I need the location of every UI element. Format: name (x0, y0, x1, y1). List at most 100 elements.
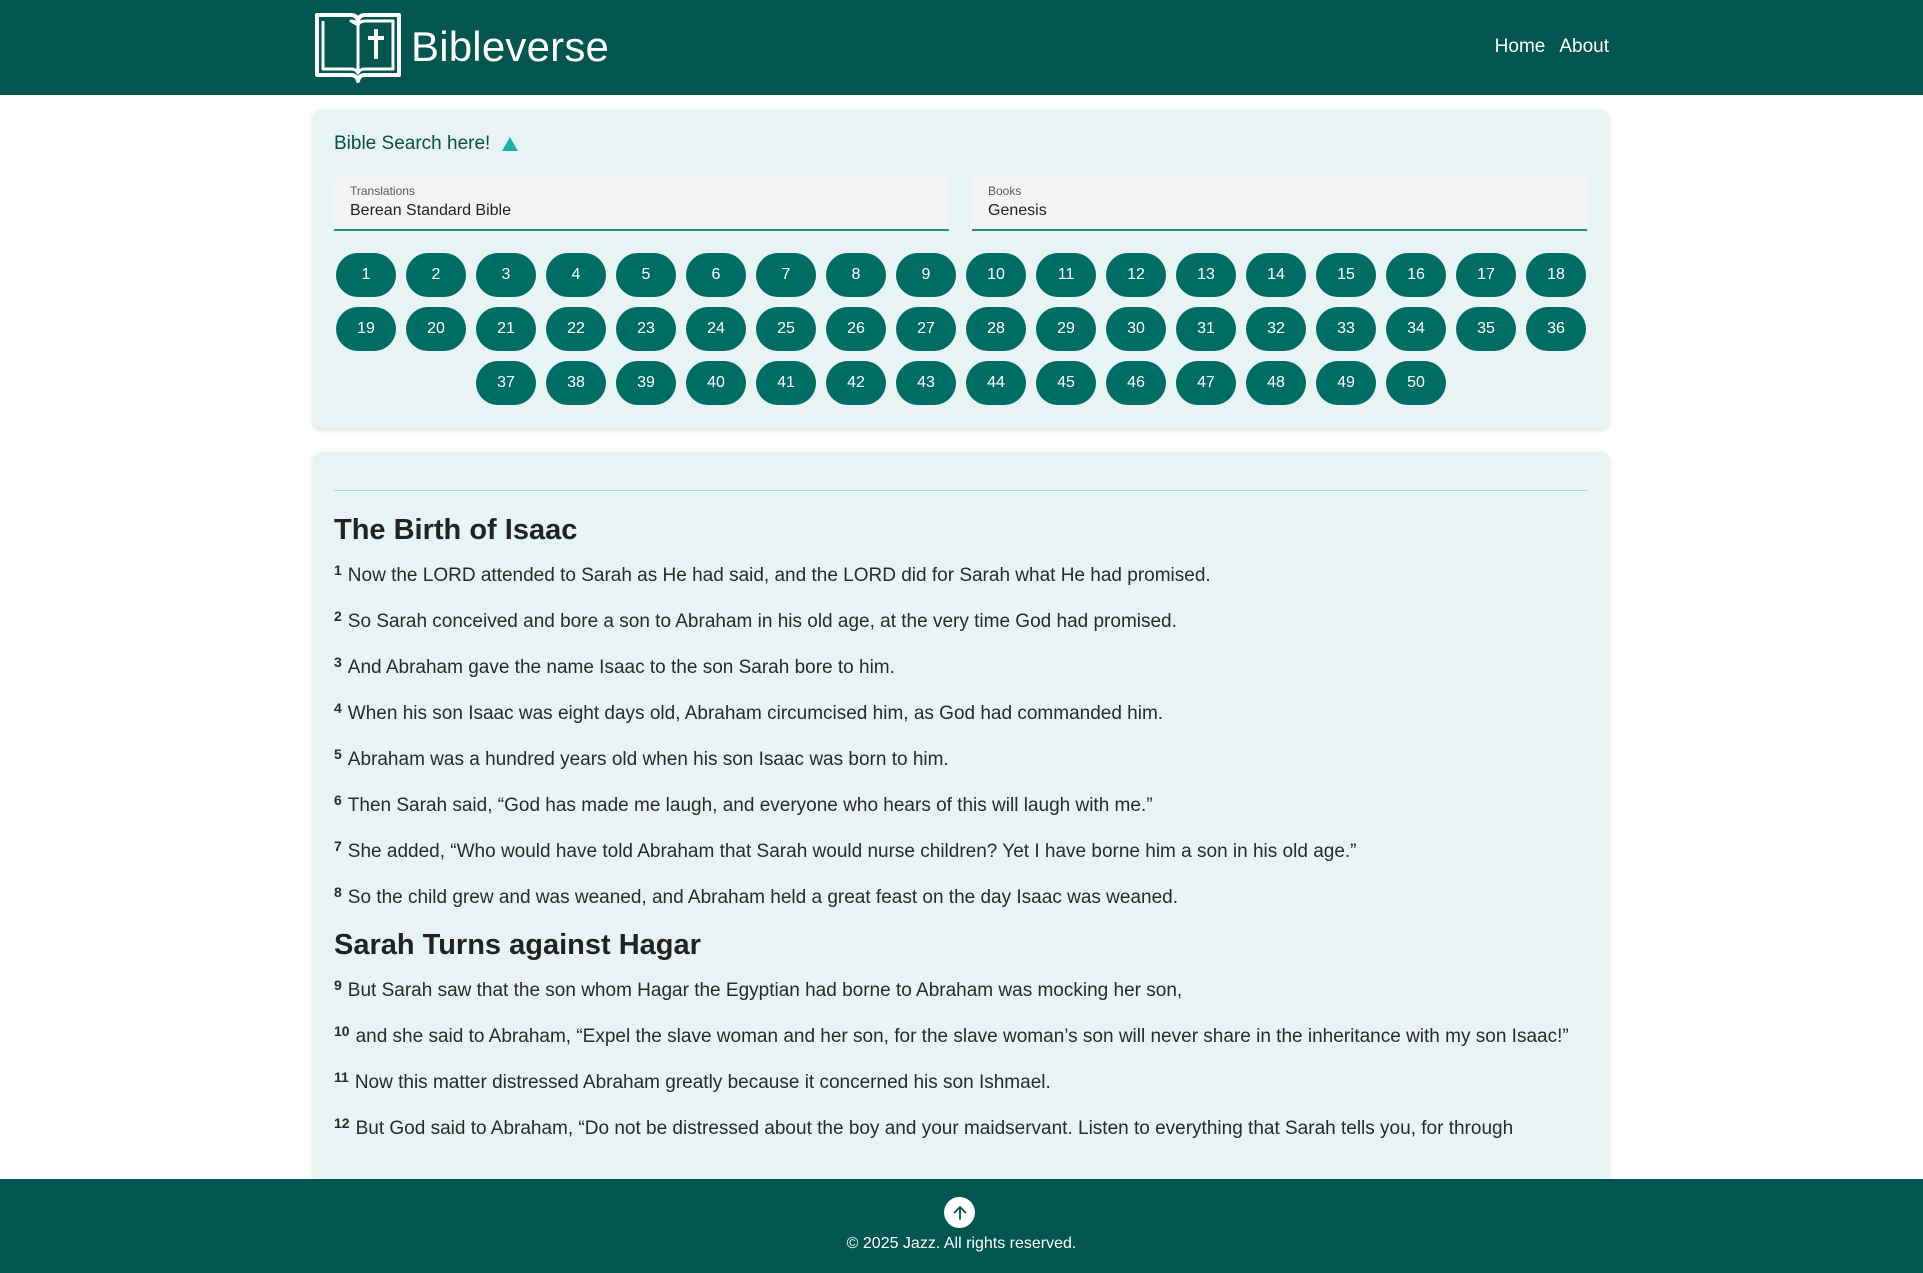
chapter-button[interactable]: 36 (1526, 307, 1586, 351)
chapter-button[interactable]: 47 (1176, 361, 1236, 405)
verse-number: 2 (334, 608, 342, 624)
verse-number: 11 (334, 1069, 349, 1085)
chapter-button[interactable]: 22 (546, 307, 606, 351)
chapter-button[interactable]: 17 (1456, 253, 1516, 297)
verse-text: She added, “Who would have told Abraham … (347, 841, 1357, 862)
copyright-text: © 2025 Jazz. All rights reserved. (846, 1235, 1077, 1252)
chapter-button[interactable]: 31 (1176, 307, 1236, 351)
verse-number: 5 (334, 746, 342, 762)
verse-number: 12 (334, 1115, 350, 1131)
chapter-button[interactable]: 19 (336, 307, 396, 351)
verse-text: So Sarah conceived and bore a son to Abr… (347, 611, 1177, 632)
chapter-button[interactable]: 44 (966, 361, 1026, 405)
chapter-button[interactable]: 27 (896, 307, 956, 351)
chapter-button[interactable]: 46 (1106, 361, 1166, 405)
nav-about-link[interactable]: About (1559, 36, 1609, 58)
chapter-button[interactable]: 5 (616, 253, 676, 297)
chapter-button[interactable]: 25 (756, 307, 816, 351)
chapter-button[interactable]: 28 (966, 307, 1026, 351)
translations-select[interactable]: Translations Berean Standard Bible (334, 176, 949, 231)
chapter-button[interactable]: 18 (1526, 253, 1586, 297)
chapter-button[interactable]: 34 (1386, 307, 1446, 351)
verse-text: So the child grew and was weaned, and Ab… (347, 887, 1178, 908)
verse: 4 When his son Isaac was eight days old, … (334, 699, 1588, 729)
scroll-top-button[interactable] (944, 1197, 975, 1228)
content-divider (334, 490, 1588, 491)
verse-text: And Abraham gave the name Isaac to the s… (347, 657, 895, 678)
chapter-content: The Birth of Isaac 1 Now the LORD attended… (313, 452, 1609, 1273)
search-title: Bible Search here! (334, 133, 491, 154)
verse-number: 3 (334, 654, 342, 670)
chapter-button[interactable]: 8 (826, 253, 886, 297)
verse: 9 But Sarah saw that the son whom Hagar t… (334, 976, 1588, 1006)
chapter-button[interactable]: 50 (1386, 361, 1446, 405)
chapter-button[interactable]: 38 (546, 361, 606, 405)
chapter-button[interactable]: 35 (1456, 307, 1516, 351)
chapter-button[interactable]: 10 (966, 253, 1026, 297)
chapter-button[interactable]: 23 (616, 307, 676, 351)
chapter-button[interactable]: 42 (826, 361, 886, 405)
chapter-button[interactable]: 49 (1316, 361, 1376, 405)
chapter-button[interactable]: 1 (336, 253, 396, 297)
chapter-button[interactable]: 11 (1036, 253, 1096, 297)
verse-number: 6 (334, 792, 342, 808)
chapter-button[interactable]: 43 (896, 361, 956, 405)
chapter-button[interactable]: 45 (1036, 361, 1096, 405)
verse-text: When his son Isaac was eight days old, A… (347, 703, 1164, 724)
verse-number: 4 (334, 700, 342, 716)
chapter-button[interactable]: 2 (406, 253, 466, 297)
chapter-button[interactable]: 33 (1316, 307, 1376, 351)
books-select[interactable]: Books Genesis (972, 176, 1587, 231)
verse-text: But Sarah saw that the son whom Hagar th… (347, 980, 1183, 1001)
chapter-button[interactable]: 16 (1386, 253, 1446, 297)
chapter-button[interactable]: 48 (1246, 361, 1306, 405)
chapter-button[interactable]: 15 (1316, 253, 1376, 297)
verse: 12 But God said to Abraham, “Do not be di… (334, 1114, 1588, 1144)
site-footer: © 2025 Jazz. All rights reserved. (0, 1179, 1923, 1273)
chapter-button[interactable]: 26 (826, 307, 886, 351)
nav-home-link[interactable]: Home (1495, 36, 1546, 58)
chapter-button[interactable]: 32 (1246, 307, 1306, 351)
verse-number: 10 (334, 1023, 350, 1039)
chapter-button[interactable]: 9 (896, 253, 956, 297)
verse: 2 So Sarah conceived and bore a son to Ab… (334, 607, 1588, 637)
brand-logo[interactable]: Bibleverse (313, 9, 609, 85)
translations-label: Translations (350, 184, 415, 198)
verse-text: Then Sarah said, “God has made me laugh,… (347, 795, 1153, 816)
chapter-buttons: 1 2 3 4 5 6 7 8 9 10 11 12 13 14 15 16 17 18 19 20 21 22 23 24 2… (334, 253, 1588, 423)
chapter-button[interactable]: 4 (546, 253, 606, 297)
search-toggle[interactable]: Bible Search here! (334, 133, 519, 155)
chapter-button[interactable]: 41 (756, 361, 816, 405)
triangle-up-icon (502, 137, 519, 151)
chapter-button[interactable]: 30 (1106, 307, 1166, 351)
chapter-button[interactable]: 20 (406, 307, 466, 351)
chapter-button[interactable]: 13 (1176, 253, 1236, 297)
verse-number: 7 (334, 838, 342, 854)
chapter-button[interactable]: 24 (686, 307, 746, 351)
chapter-button[interactable]: 14 (1246, 253, 1306, 297)
search-panel: Bible Search here! Translations Berean S… (313, 110, 1609, 428)
translations-value: Berean Standard Bible (350, 202, 511, 219)
verse: 11 Now this matter distressed Abraham gre… (334, 1068, 1588, 1098)
verse: 3 And Abraham gave the name Isaac to the … (334, 653, 1588, 683)
verse-number: 1 (334, 562, 342, 578)
chapter-button[interactable]: 40 (686, 361, 746, 405)
verse: 6 Then Sarah said, “God has made me laugh… (334, 791, 1588, 821)
verse: 5 Abraham was a hundred years old when hi… (334, 745, 1588, 775)
books-label: Books (988, 184, 1022, 198)
chapter-button[interactable]: 29 (1036, 307, 1096, 351)
books-value: Genesis (988, 202, 1047, 219)
arrow-up-icon (953, 1205, 966, 1220)
chapter-button[interactable]: 39 (616, 361, 676, 405)
chapter-button[interactable]: 6 (686, 253, 746, 297)
chapter-button[interactable]: 21 (476, 307, 536, 351)
chapter-text: The Birth of Isaac 1 Now the LORD attended… (334, 508, 1588, 1160)
chapter-button[interactable]: 7 (756, 253, 816, 297)
main-nav: Home About (1495, 36, 1609, 58)
verse-text: Abraham was a hundred years old when his… (347, 749, 949, 770)
chapter-button[interactable]: 3 (476, 253, 536, 297)
site-header: Bibleverse Home About (0, 0, 1923, 95)
chapter-button[interactable]: 12 (1106, 253, 1166, 297)
verse: 8 So the child grew and was weaned, and A… (334, 883, 1588, 913)
chapter-button[interactable]: 37 (476, 361, 536, 405)
